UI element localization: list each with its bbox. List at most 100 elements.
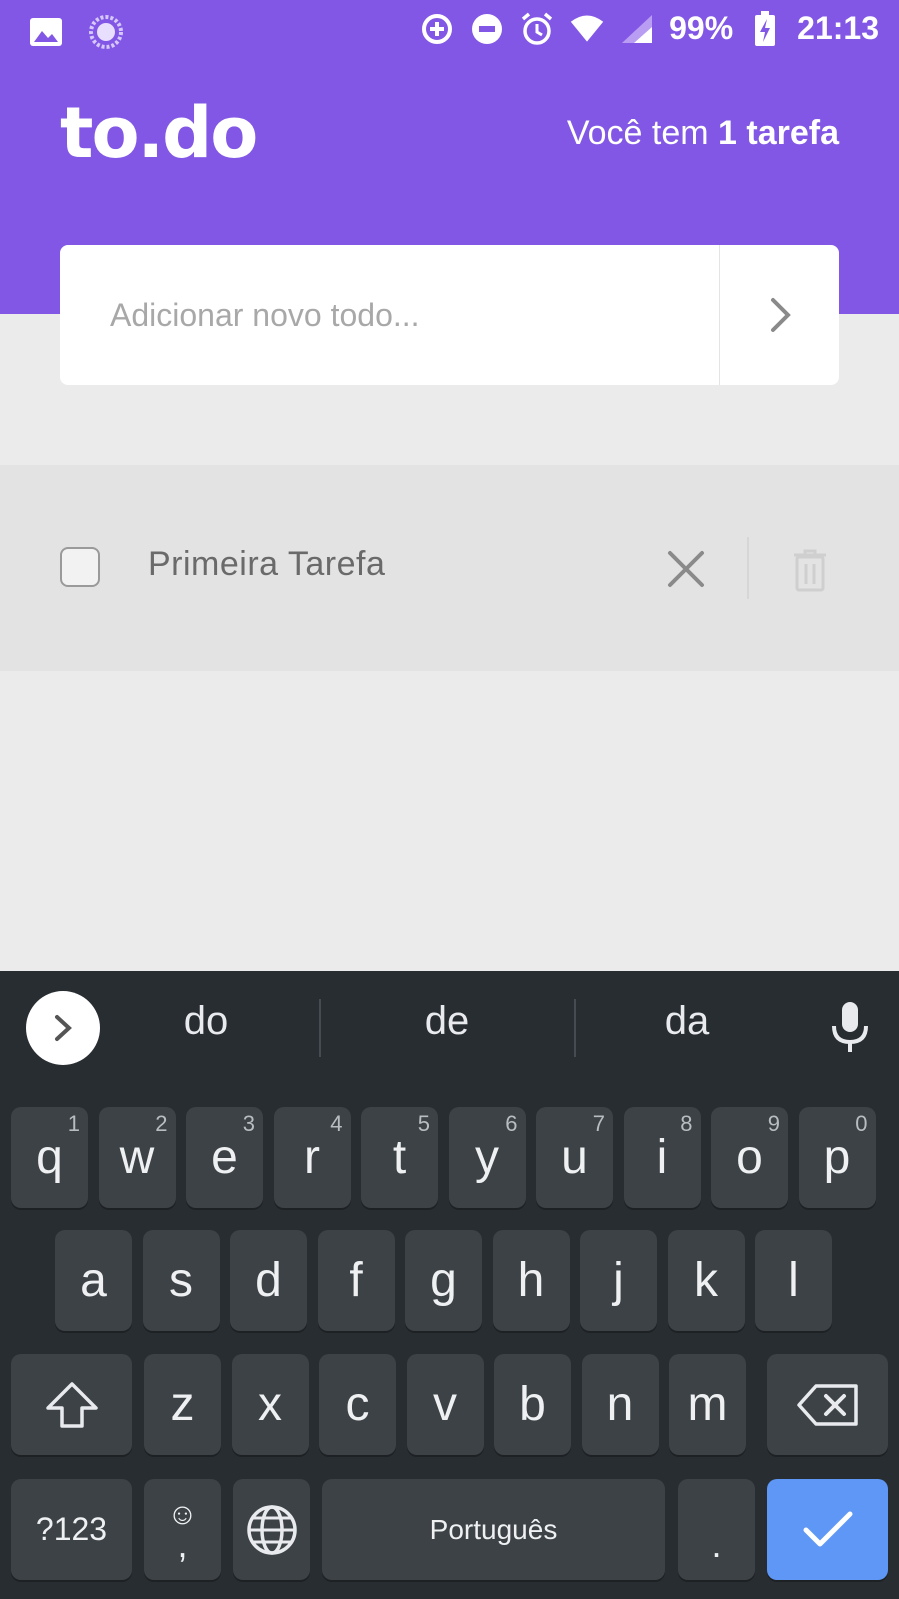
key-label: y	[475, 1131, 499, 1184]
key-label: g	[430, 1254, 457, 1307]
edit-cancel-button[interactable]	[662, 545, 710, 593]
check-icon	[803, 1511, 852, 1546]
battery-charging-icon	[747, 10, 783, 47]
key-v[interactable]: v	[406, 1354, 484, 1455]
key-z[interactable]: z	[144, 1354, 221, 1455]
key-label: e	[211, 1131, 238, 1184]
wifi-icon	[569, 11, 605, 47]
shift-icon	[45, 1381, 98, 1428]
clock: 21:13	[797, 10, 879, 46]
key-hint: 1	[67, 1111, 80, 1136]
key-g[interactable]: g	[405, 1230, 482, 1331]
period-label: .	[711, 1524, 722, 1565]
key-a[interactable]: a	[55, 1230, 132, 1331]
summary-count: 1 tarefa	[718, 114, 839, 152]
backspace-icon	[796, 1383, 858, 1426]
key-hint: 3	[242, 1111, 255, 1136]
key-hint: 8	[680, 1111, 693, 1136]
microphone-icon	[832, 1002, 868, 1052]
shift-key[interactable]	[11, 1354, 132, 1455]
key-label: p	[823, 1131, 851, 1184]
key-b[interactable]: b	[494, 1354, 571, 1455]
key-s[interactable]: s	[142, 1230, 220, 1331]
suggestion-1[interactable]: do	[106, 999, 306, 1044]
new-todo-form	[60, 245, 839, 385]
key-t[interactable]: t5	[361, 1107, 438, 1208]
backspace-key[interactable]	[767, 1354, 888, 1455]
key-label: m	[687, 1378, 728, 1431]
key-label: u	[561, 1131, 588, 1184]
key-y[interactable]: y6	[448, 1107, 526, 1208]
space-key[interactable]: Português	[322, 1479, 665, 1580]
suggestion-divider	[319, 999, 321, 1057]
task-item: Primeira Tarefa	[0, 465, 899, 671]
sync-icon	[88, 14, 124, 50]
key-label: f	[349, 1254, 363, 1307]
space-label: Português	[429, 1513, 558, 1545]
key-w[interactable]: w2	[98, 1107, 176, 1208]
key-label: d	[255, 1254, 282, 1307]
key-label: j	[613, 1254, 624, 1307]
task-checkbox[interactable]	[60, 547, 100, 587]
key-label: n	[606, 1378, 634, 1431]
key-hint: 0	[855, 1111, 868, 1136]
key-d[interactable]: d	[230, 1230, 307, 1331]
key-c[interactable]: c	[319, 1354, 396, 1455]
key-q[interactable]: q1	[11, 1107, 88, 1208]
key-l[interactable]: l	[755, 1230, 832, 1331]
key-label: a	[80, 1254, 107, 1307]
voice-input-button[interactable]	[826, 999, 874, 1055]
soft-keyboard: do de da ?123 ☺ , Português . q1w2e3r4t5…	[0, 971, 899, 1599]
task-title[interactable]: Primeira Tarefa	[148, 545, 385, 584]
key-hint: 6	[505, 1111, 518, 1136]
battery-percent: 99%	[669, 10, 734, 46]
alarm-icon	[519, 11, 555, 47]
app-logo: to.do	[60, 92, 258, 174]
key-hint: 7	[592, 1111, 605, 1136]
key-i[interactable]: i8	[623, 1107, 701, 1208]
comma-label: ,	[177, 1523, 188, 1565]
key-x[interactable]: x	[231, 1354, 309, 1455]
key-label: v	[433, 1378, 457, 1431]
key-hint: 5	[417, 1111, 430, 1136]
emoji-comma-key[interactable]: ☺ ,	[144, 1479, 221, 1580]
trash-icon	[794, 549, 826, 592]
key-h[interactable]: h	[492, 1230, 570, 1331]
key-m[interactable]: m	[669, 1354, 746, 1455]
delete-task-button[interactable]	[786, 545, 834, 595]
globe-icon	[246, 1504, 297, 1555]
key-o[interactable]: o9	[711, 1107, 788, 1208]
language-key[interactable]	[233, 1479, 310, 1580]
key-label: z	[170, 1378, 195, 1431]
key-e[interactable]: e3	[186, 1107, 263, 1208]
new-todo-input[interactable]	[60, 245, 719, 385]
signal-icon	[619, 11, 655, 47]
enter-key[interactable]	[767, 1479, 888, 1580]
symbols-key[interactable]: ?123	[11, 1479, 132, 1580]
key-j[interactable]: j	[580, 1230, 657, 1331]
expand-toolbar-button[interactable]	[26, 991, 100, 1065]
key-n[interactable]: n	[581, 1354, 659, 1455]
suggestion-divider	[574, 999, 576, 1057]
chevron-right-icon	[770, 298, 791, 332]
key-label: w	[119, 1131, 155, 1184]
summary-prefix: Você tem	[566, 114, 719, 152]
key-p[interactable]: p0	[798, 1107, 876, 1208]
suggestion-2[interactable]: de	[347, 999, 547, 1044]
key-label: h	[517, 1254, 545, 1307]
key-label: s	[169, 1254, 193, 1307]
key-hint: 9	[767, 1111, 780, 1136]
task-divider	[747, 537, 749, 599]
key-u[interactable]: u7	[536, 1107, 613, 1208]
suggestion-3[interactable]: da	[587, 999, 787, 1044]
key-hint: 4	[330, 1111, 343, 1136]
key-label: i	[656, 1131, 668, 1184]
key-f[interactable]: f	[317, 1230, 395, 1331]
key-label: r	[304, 1131, 320, 1184]
key-label: t	[392, 1131, 407, 1184]
key-k[interactable]: k	[667, 1230, 745, 1331]
image-icon	[28, 14, 64, 50]
add-todo-button[interactable]	[719, 245, 839, 385]
key-r[interactable]: r4	[273, 1107, 351, 1208]
period-key[interactable]: .	[678, 1479, 755, 1580]
